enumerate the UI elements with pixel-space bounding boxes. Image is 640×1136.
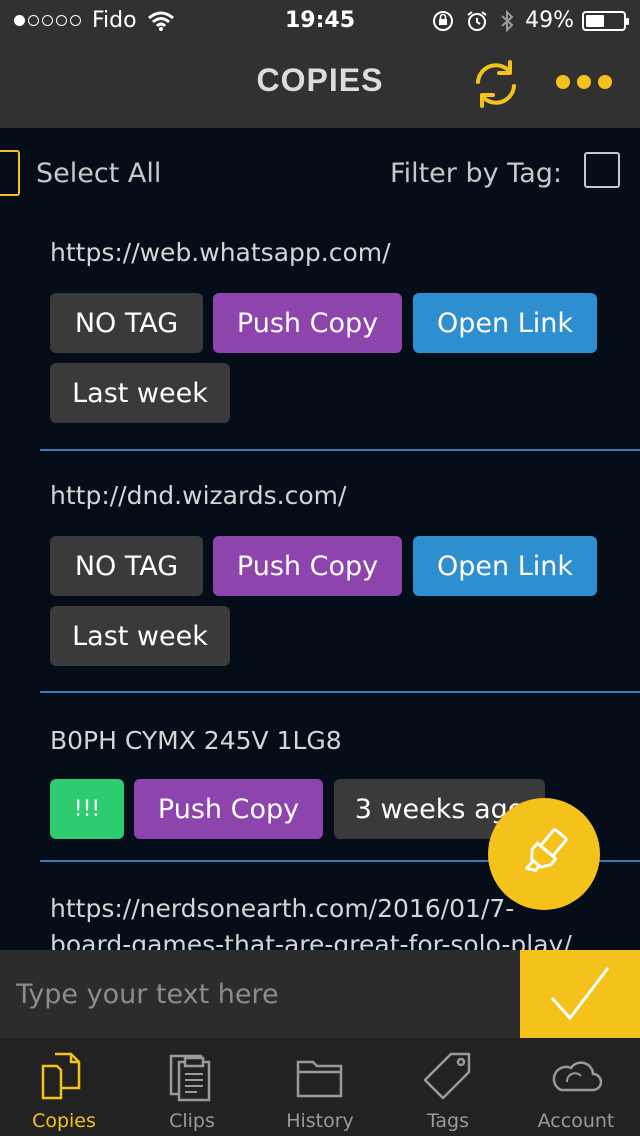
- tag-button[interactable]: NO TAG: [50, 536, 203, 596]
- item-divider: [40, 691, 640, 693]
- item-text[interactable]: https://nerdsonearth.com/2016/01/7-: [50, 894, 514, 923]
- folder-icon: [296, 1060, 343, 1098]
- item-divider: [40, 449, 640, 451]
- highlighter-icon: [525, 828, 568, 872]
- push-copy-button[interactable]: Push Copy: [213, 293, 402, 353]
- alarm-icon: [467, 10, 487, 31]
- sync-icon[interactable]: [470, 58, 522, 110]
- tag-button[interactable]: NO TAG: [50, 293, 203, 353]
- status-bar: Fido 19:45 49%: [0, 0, 640, 40]
- cloud-icon: [552, 1061, 603, 1092]
- tab-clips[interactable]: Clips: [128, 1038, 256, 1136]
- filter-by-tag-label: Filter by Tag:: [390, 158, 562, 189]
- open-link-button[interactable]: Open Link: [413, 293, 597, 353]
- item-text[interactable]: https://web.whatsapp.com/: [50, 238, 391, 267]
- text-input[interactable]: [0, 950, 520, 1038]
- battery-icon: [582, 10, 629, 31]
- tab-label: Copies: [32, 1110, 96, 1132]
- checkmark-icon: [550, 967, 610, 1021]
- rotation-lock-icon: [433, 10, 454, 31]
- status-right: 49%: [431, 8, 629, 33]
- tab-bar: Copies Clips History Tags Account: [0, 1038, 640, 1136]
- bluetooth-icon: [501, 9, 514, 32]
- select-all-checkbox[interactable]: [0, 150, 20, 196]
- tab-copies[interactable]: Copies: [0, 1038, 128, 1136]
- tab-label: History: [286, 1110, 354, 1132]
- tag-button[interactable]: !!!: [50, 779, 124, 839]
- text-input-bar: [0, 950, 640, 1038]
- item-text-continued[interactable]: board-games-that-are-great-for-solo-play…: [50, 930, 572, 950]
- select-toolbar: Select All Filter by Tag:: [0, 128, 640, 220]
- list-item: http://dnd.wizards.com/ NO TAG Push Copy…: [40, 463, 640, 691]
- copies-icon: [41, 1052, 81, 1100]
- tab-label: Clips: [169, 1110, 215, 1132]
- clips-icon: [169, 1054, 211, 1102]
- top-bar: Fido 19:45 49% COPIES: [0, 0, 640, 128]
- open-link-button[interactable]: Open Link: [413, 536, 597, 596]
- more-options-icon[interactable]: [556, 72, 612, 92]
- battery-percent: 49%: [525, 8, 574, 33]
- tag-icon: [423, 1052, 471, 1100]
- tab-tags[interactable]: Tags: [384, 1038, 512, 1136]
- tab-label: Tags: [426, 1110, 470, 1132]
- push-copy-button[interactable]: Push Copy: [134, 779, 323, 839]
- item-text[interactable]: B0PH CYMX 245V 1LG8: [50, 726, 342, 755]
- timestamp-badge: Last week: [50, 363, 230, 423]
- select-all-label[interactable]: Select All: [36, 158, 161, 189]
- tab-account[interactable]: Account: [512, 1038, 640, 1136]
- page-title: COPIES: [256, 62, 384, 98]
- highlighter-fab-button[interactable]: [488, 798, 600, 910]
- timestamp-badge: Last week: [50, 606, 230, 666]
- list-item: https://web.whatsapp.com/ NO TAG Push Co…: [40, 220, 640, 450]
- item-text[interactable]: http://dnd.wizards.com/: [50, 481, 346, 510]
- tab-history[interactable]: History: [256, 1038, 384, 1136]
- submit-button[interactable]: [520, 950, 640, 1038]
- filter-by-tag-checkbox[interactable]: [584, 152, 620, 188]
- push-copy-button[interactable]: Push Copy: [213, 536, 402, 596]
- tab-label: Account: [537, 1110, 615, 1132]
